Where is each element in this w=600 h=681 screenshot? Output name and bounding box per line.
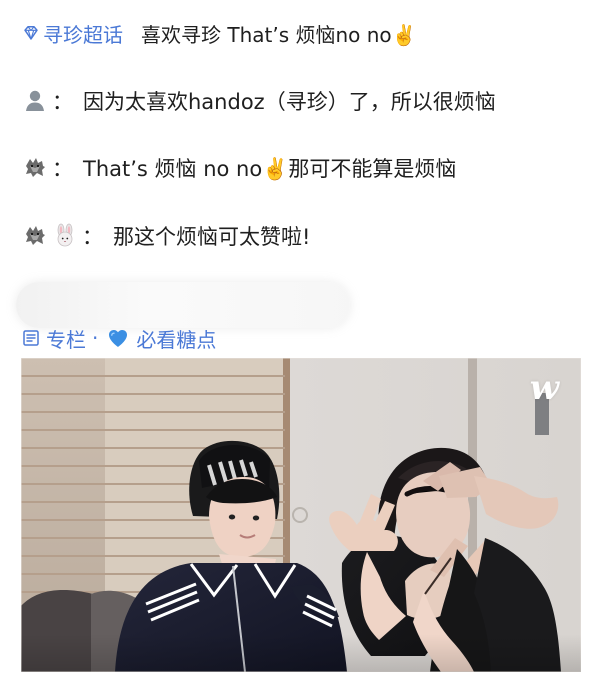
topic-header: 寻珍超话 喜欢寻珍 That’s 烦恼no no✌️ — [22, 18, 417, 48]
video-shadow — [21, 634, 581, 672]
weverse-watermark: w — [529, 368, 559, 408]
topic-title: 喜欢寻珍 That’s 烦恼no no✌️ — [141, 22, 417, 47]
blurred-overlay — [16, 282, 350, 328]
person-icon — [22, 88, 48, 114]
speaker-separator: ： — [52, 157, 73, 181]
column-icon — [22, 329, 40, 347]
heart-icon — [106, 326, 130, 350]
diamond-icon — [22, 24, 40, 42]
speaker-separator: ： — [52, 90, 73, 114]
chat-text: 因为太喜欢handoz（寻珍）了，所以很烦恼 — [83, 90, 496, 114]
chat-line: ： 因为太喜欢handoz（寻珍）了，所以很烦恼 — [22, 85, 496, 117]
rabbit-icon — [52, 223, 78, 249]
column-label[interactable]: 专栏 — [46, 324, 86, 353]
column-subtitle[interactable]: 必看糖点 — [136, 324, 216, 353]
weibo-post: 寻珍超话 喜欢寻珍 That’s 烦恼no no✌️ ： 因为太喜欢handoz… — [0, 0, 600, 681]
speaker-separator: ： — [82, 225, 103, 249]
chat-text: That’s 烦恼 no no✌️那可不能算是烦恼 — [83, 157, 457, 181]
separator-dot: · — [92, 326, 99, 350]
wolf-icon — [22, 155, 48, 181]
video-preview[interactable]: w — [21, 358, 581, 672]
chat-line: ： That’s 烦恼 no no✌️那可不能算是烦恼 — [22, 152, 456, 184]
chat-text: 那这个烦恼可太赞啦! — [113, 225, 311, 249]
wolf-icon — [22, 223, 48, 249]
topic-tag[interactable]: 寻珍超话 — [43, 19, 123, 48]
topic-link[interactable]: 寻珍超话 — [22, 19, 141, 48]
column-link-row[interactable]: 专栏 · 必看糖点 — [22, 323, 216, 353]
chat-line: ： 那这个烦恼可太赞啦! — [22, 220, 310, 252]
